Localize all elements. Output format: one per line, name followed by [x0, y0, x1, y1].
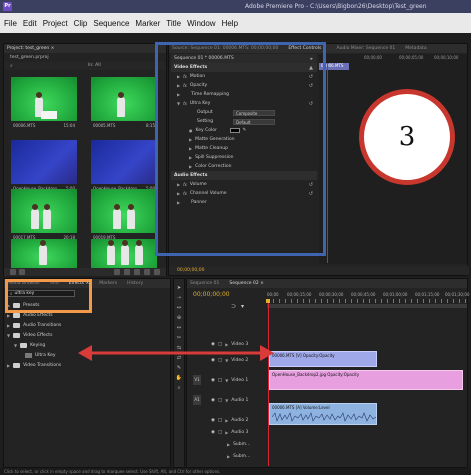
annotation-arrow — [78, 345, 274, 361]
status-bar: Click to select, or click in empty space… — [0, 468, 471, 475]
